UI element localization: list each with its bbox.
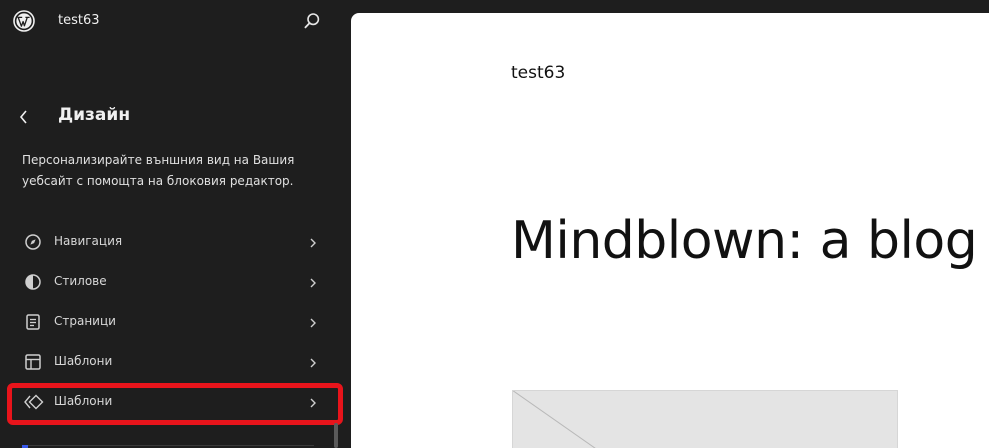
styles-half-circle-icon <box>24 273 42 291</box>
top-bar: test63 <box>0 0 350 44</box>
nav-item-label: Стилове <box>54 274 107 288</box>
nav-item-styles[interactable]: Стилове <box>14 262 324 302</box>
sidebar-scrollbar[interactable] <box>334 423 338 448</box>
section-title: Дизайн <box>58 105 131 125</box>
page-icon <box>24 313 42 331</box>
nav-item-label: Навигация <box>54 234 123 248</box>
preview-heading: Mindblown: a blog <box>511 211 978 271</box>
chevron-right-icon <box>308 275 318 289</box>
wordpress-logo-icon[interactable] <box>13 10 35 32</box>
chevron-right-icon <box>308 355 318 369</box>
preview-image-placeholder <box>512 390 898 448</box>
sidebar: test63 Дизайн Персонализирайте външния в… <box>0 0 350 448</box>
back-chevron-icon[interactable] <box>13 106 35 128</box>
chevron-right-icon <box>308 235 318 249</box>
highlight-annotation <box>7 383 343 425</box>
nav-item-templates[interactable]: Шаблони <box>14 342 324 382</box>
chevron-right-icon <box>308 315 318 329</box>
nav-item-navigation[interactable]: Навигация <box>14 222 324 262</box>
nav-item-label: Шаблони <box>54 354 113 368</box>
preview-site-title[interactable]: test63 <box>511 63 565 83</box>
layout-template-icon <box>24 353 42 371</box>
site-name[interactable]: test63 <box>58 13 100 28</box>
section-description: Персонализирайте външния вид на Вашия уе… <box>22 153 295 188</box>
search-icon[interactable] <box>300 9 324 33</box>
divider <box>22 445 314 446</box>
nav-item-pages[interactable]: Страници <box>14 302 324 342</box>
navigation-compass-icon <box>24 233 42 251</box>
site-preview-canvas[interactable]: test63 Mindblown: a blog <box>351 13 989 448</box>
nav-item-label: Страници <box>54 314 116 328</box>
